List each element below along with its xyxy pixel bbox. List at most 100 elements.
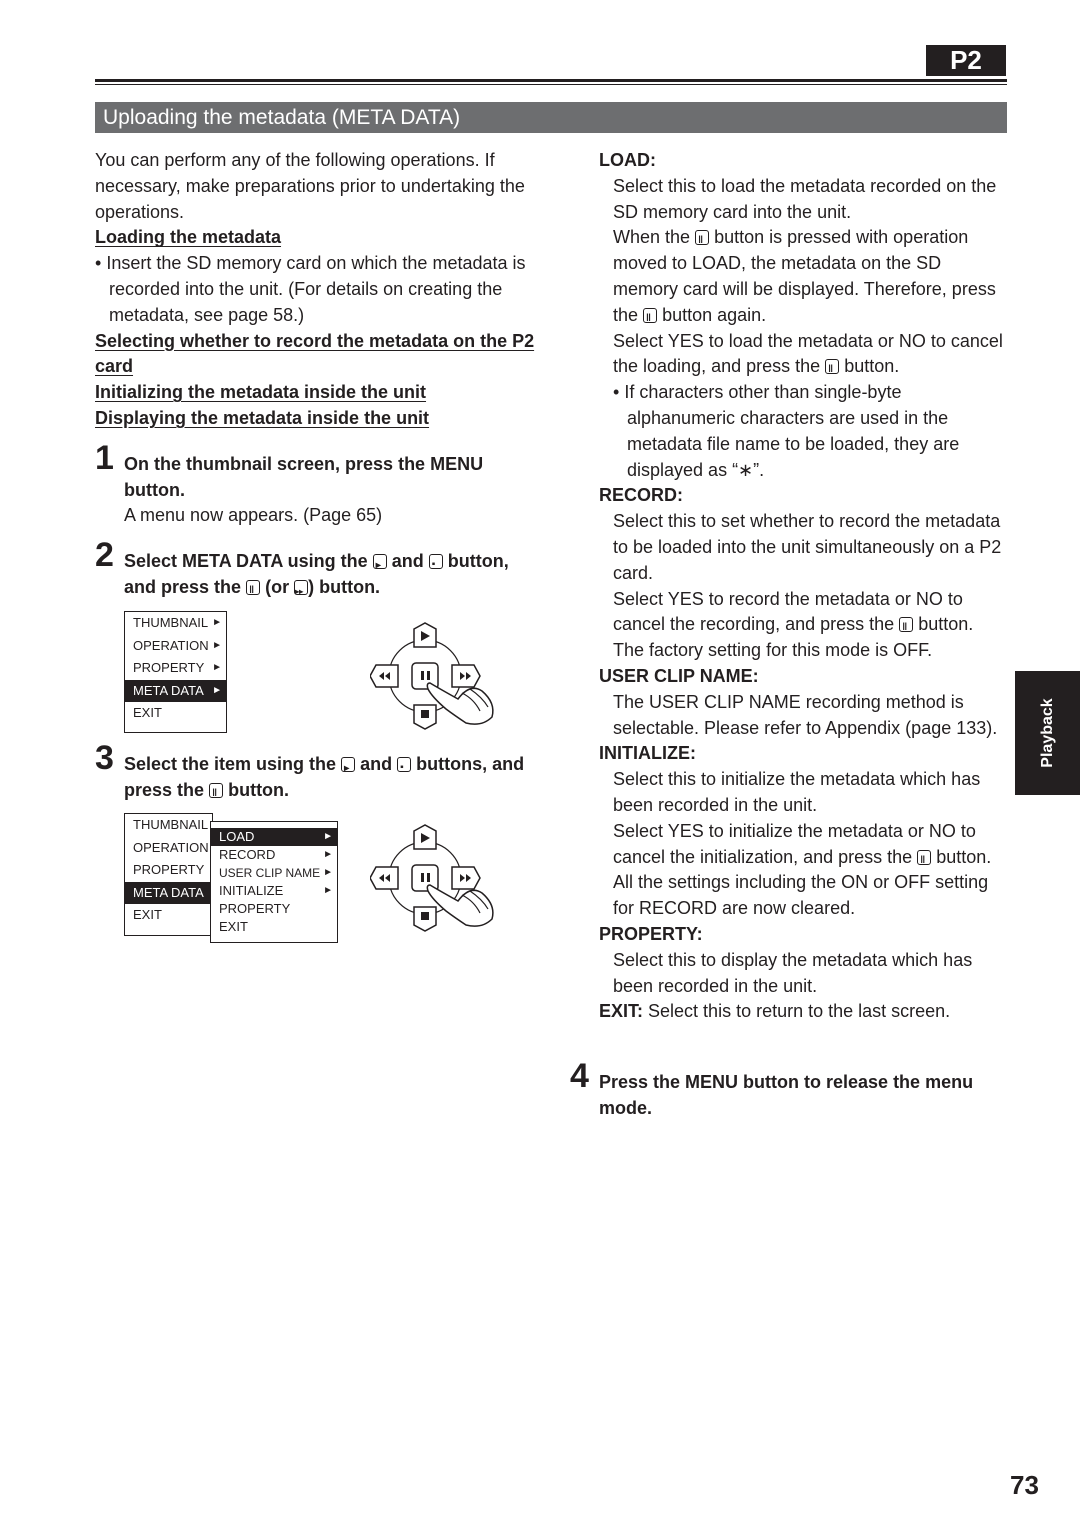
menu-item-exit[interactable]: EXIT (125, 702, 226, 725)
menu-item-label: THUMBNAIL (133, 615, 209, 630)
left-column: You can perform any of the following ope… (95, 148, 540, 605)
topic-selecting: Selecting whether to record the metadata… (95, 330, 535, 377)
menu-item-operation[interactable]: OPERATION ► (125, 635, 226, 658)
menu-item-operation[interactable]: OPERATION (125, 837, 212, 860)
text: button again. (662, 304, 767, 325)
step-text: ) button. (308, 576, 381, 597)
header-rule-thin (95, 84, 1007, 85)
submenu-item-record[interactable]: RECORD ► (211, 846, 337, 864)
step-4-block: 4 Press the MENU button to release the m… (570, 1059, 1010, 1122)
step-text: On the thumbnail screen, press the MENU … (124, 453, 484, 500)
menu-item-label: PROPERTY (219, 901, 291, 916)
arrow-right-icon: ► (212, 684, 222, 696)
text: Select YES to load the metadata or NO to… (613, 330, 1003, 377)
fast-forward-button-icon (294, 579, 309, 605)
text: If characters other than single-byte alp… (624, 382, 960, 480)
step-text: (or (265, 576, 290, 597)
arrow-right-icon: ► (212, 639, 222, 651)
pause-button-icon (825, 357, 840, 383)
property-desc: Select this to display the metadata whic… (613, 949, 973, 996)
step-number: 4 (570, 1057, 589, 1095)
exit-label: EXIT: (599, 1001, 644, 1022)
initialize-confirm: Select YES to initialize the metadata or… (599, 819, 1009, 922)
menu-item-label: OPERATION (133, 637, 209, 653)
arrow-right-icon: ► (323, 885, 333, 896)
record-factory: The factory setting for this mode is OFF… (613, 640, 933, 661)
submenu-item-user-clip-name[interactable]: USER CLIP NAME ► (211, 864, 337, 882)
load-desc: Select this to load the metadata recorde… (613, 175, 997, 222)
menu-item-label: RECORD (219, 847, 276, 862)
down-button-icon (397, 755, 412, 781)
user-clip-name-desc: The USER CLIP NAME recording method is s… (613, 691, 998, 738)
load-bullet: • If characters other than single-byte a… (613, 382, 960, 480)
pause-button-icon (695, 228, 710, 254)
step-text: button. (228, 779, 290, 800)
p2-badge: P2 (926, 45, 1006, 76)
step-1: 1 On the thumbnail screen, press the MEN… (95, 441, 540, 504)
menu-item-property[interactable]: PROPERTY (125, 859, 212, 882)
pause-button-icon (643, 306, 658, 332)
stop-icon (421, 912, 429, 920)
up-button-icon (372, 553, 387, 579)
step-number: 1 (95, 438, 114, 477)
topic-initializing: Initializing the metadata inside the uni… (95, 382, 427, 403)
menu-item-label: EXIT (133, 705, 162, 721)
pause-button-icon (917, 848, 932, 873)
arrow-right-icon: ► (323, 831, 333, 842)
down-button-icon (428, 552, 443, 578)
menu-item-property[interactable]: PROPERTY ► (125, 657, 226, 680)
step-number: 3 (95, 739, 114, 777)
arrow-right-icon: ► (212, 662, 222, 674)
pause-button-icon (246, 578, 261, 604)
header-rule (95, 79, 1007, 82)
menu-item-label: EXIT (219, 919, 248, 934)
step-text: and (360, 754, 393, 774)
exit-line: EXIT: Select this to return to the last … (599, 999, 1009, 1025)
side-tab-playback: Playback (1015, 671, 1080, 795)
initialize-label: INITIALIZE: (599, 743, 696, 764)
property-label: PROPERTY: (599, 923, 703, 944)
menu-item-meta-data[interactable]: META DATA ► (125, 679, 226, 703)
text: button. (844, 356, 900, 377)
loading-bullet: • Insert the SD memory card on which the… (95, 253, 526, 325)
submenu-item-property[interactable]: PROPERTY (211, 900, 337, 918)
menu-item-thumbnail[interactable]: THUMBNAIL (125, 814, 212, 837)
topic-loading: Loading the metadata (95, 227, 282, 248)
menu-item-exit[interactable]: EXIT (125, 904, 212, 927)
record-desc: Select this to set whether to record the… (613, 511, 1002, 583)
pause-icon (427, 671, 430, 680)
topic-displaying: Displaying the metadata inside the unit (95, 407, 430, 428)
section-title: Uploading the metadata (META DATA) (95, 102, 1007, 133)
text: When the (613, 227, 691, 248)
menu-item-label: INITIALIZE (219, 883, 284, 898)
step-2: 2 Select META DATA using the and button,… (95, 538, 540, 605)
up-button-icon (341, 756, 356, 782)
exit-desc: Select this to return to the last screen… (648, 1001, 951, 1022)
right-column: LOAD: Select this to load the metadata r… (599, 148, 1009, 1025)
intro-text: You can perform any of the following ope… (95, 150, 525, 222)
side-tab-label: Playback (1038, 698, 1056, 768)
load-confirm: Select YES to load the metadata or NO to… (599, 329, 1009, 384)
dpad-illustration-2 (370, 824, 494, 932)
step-4: 4 Press the MENU button to release the m… (570, 1059, 1010, 1122)
load-detail: When the button is pressed with operatio… (599, 225, 1009, 332)
step-text: Select META DATA using the (124, 551, 368, 572)
pause-icon (427, 873, 430, 882)
step-3: 3 Select the item using the and buttons,… (95, 741, 540, 806)
submenu-item-load[interactable]: LOAD ► (211, 828, 337, 846)
dpad-illustration (370, 622, 494, 730)
menu-item-label: META DATA (133, 682, 204, 698)
submenu-item-exit[interactable]: EXIT (211, 918, 337, 936)
menu-item-thumbnail[interactable]: THUMBNAIL ► (125, 612, 226, 635)
step-1-sub: A menu now appears. (Page 65) (124, 505, 383, 526)
text: button. (918, 614, 974, 635)
pause-button-icon (899, 615, 914, 641)
submenu-item-initialize[interactable]: INITIALIZE ► (211, 882, 337, 900)
step-text: and (391, 551, 424, 572)
step-3-block: 3 Select the item using the and buttons,… (95, 741, 540, 806)
menu-item-meta-data[interactable]: META DATA (125, 881, 212, 905)
arrow-right-icon: ► (212, 617, 222, 628)
menu-item-label: PROPERTY (133, 660, 205, 676)
user-clip-name-label: USER CLIP NAME: (599, 665, 759, 686)
record-label: RECORD: (599, 485, 683, 506)
